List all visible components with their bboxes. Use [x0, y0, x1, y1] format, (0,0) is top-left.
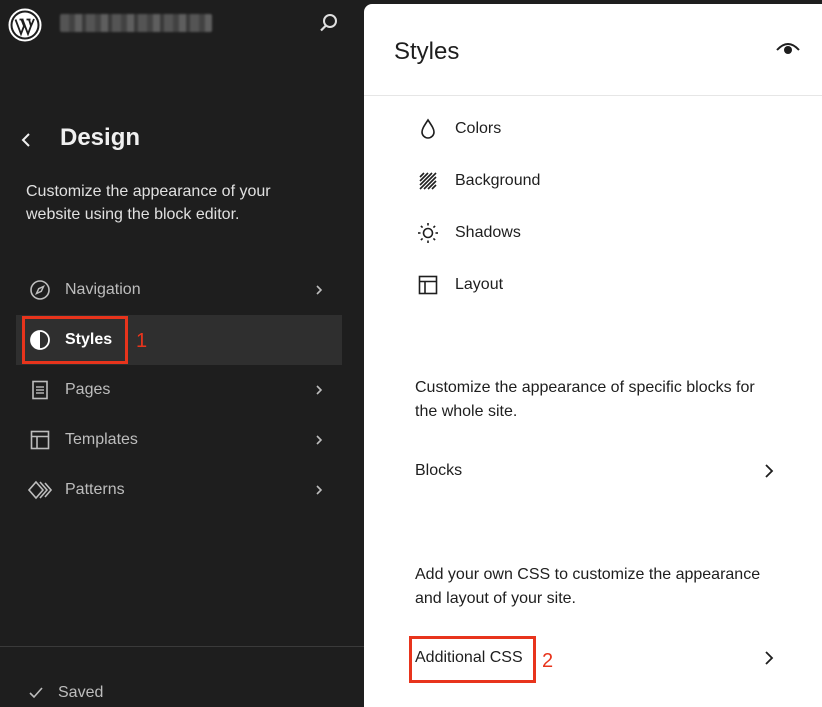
sidebar-item-navigation[interactable]: Navigation	[16, 265, 342, 315]
back-button[interactable]	[16, 128, 38, 152]
sidebar-description: Customize the appearance of your website…	[26, 183, 271, 223]
sidebar-item-label: Pages	[65, 381, 111, 398]
sidebar-divider	[0, 646, 365, 647]
search-icon	[320, 14, 337, 32]
navigation-icon	[28, 278, 52, 302]
chevron-right-icon	[316, 285, 323, 295]
save-status-text: Saved	[58, 684, 104, 701]
blocks-link[interactable]: Blocks	[415, 456, 775, 486]
sidebar-item-label: Navigation	[65, 281, 141, 298]
pages-icon	[28, 378, 52, 402]
style-item-label: Colors	[455, 120, 502, 137]
styles-icon	[28, 328, 52, 352]
style-item-label: Background	[455, 172, 541, 189]
sidebar-item-label: Styles	[65, 331, 113, 348]
step-number-2: 2	[542, 650, 554, 672]
layout-icon	[416, 273, 440, 297]
sidebar-item-pages[interactable]: Pages	[16, 365, 342, 415]
chevron-right-icon	[316, 385, 323, 395]
save-status: Saved	[28, 684, 103, 702]
chevron-left-icon	[21, 133, 30, 147]
chevron-right-icon	[765, 651, 774, 665]
eye-icon	[776, 43, 800, 54]
chevron-right-icon	[765, 464, 774, 478]
step-number-1: 1	[136, 330, 148, 352]
sidebar-item-templates[interactable]: Templates	[16, 415, 342, 465]
shadow-icon	[416, 221, 440, 245]
sidebar-item-patterns[interactable]: Patterns	[16, 465, 342, 515]
blocks-label: Blocks	[415, 462, 463, 479]
style-item-colors[interactable]: Colors	[416, 114, 501, 144]
style-book-button[interactable]	[774, 40, 802, 60]
panel-title: Styles	[394, 38, 460, 65]
sidebar-item-styles[interactable]: Styles	[16, 315, 342, 365]
design-navigation: Navigation Styles Pages Templates Patter…	[16, 265, 342, 515]
droplet-icon	[416, 117, 440, 141]
style-item-shadows[interactable]: Shadows	[416, 218, 521, 248]
style-item-background[interactable]: Background	[416, 166, 540, 196]
additional-css-label: Additional CSS	[415, 649, 523, 666]
design-sidebar: Design Customize the appearance of your …	[0, 0, 365, 707]
styles-panel: Styles Colors Background Shadows Layout …	[364, 4, 822, 707]
patterns-icon	[28, 478, 52, 502]
sidebar-item-label: Patterns	[65, 481, 125, 498]
chevron-right-icon	[316, 435, 323, 445]
sidebar-item-label: Templates	[65, 431, 138, 448]
sidebar-title: Design	[60, 124, 141, 151]
templates-icon	[28, 428, 52, 452]
css-description: Add your own CSS to customize the appear…	[415, 566, 761, 607]
search-button[interactable]	[316, 10, 342, 36]
chevron-right-icon	[316, 485, 323, 495]
wordpress-logo-icon[interactable]	[8, 8, 42, 42]
blocks-description: Customize the appearance of specific blo…	[415, 379, 755, 420]
additional-css-link[interactable]: Additional CSS	[415, 643, 775, 673]
style-item-layout[interactable]: Layout	[416, 270, 503, 300]
style-item-label: Layout	[455, 276, 504, 293]
checkmark-icon	[29, 687, 43, 699]
panel-header: Styles	[364, 4, 822, 96]
style-item-label: Shadows	[455, 224, 521, 241]
site-name-blurred[interactable]	[60, 14, 212, 32]
background-icon	[416, 169, 440, 193]
